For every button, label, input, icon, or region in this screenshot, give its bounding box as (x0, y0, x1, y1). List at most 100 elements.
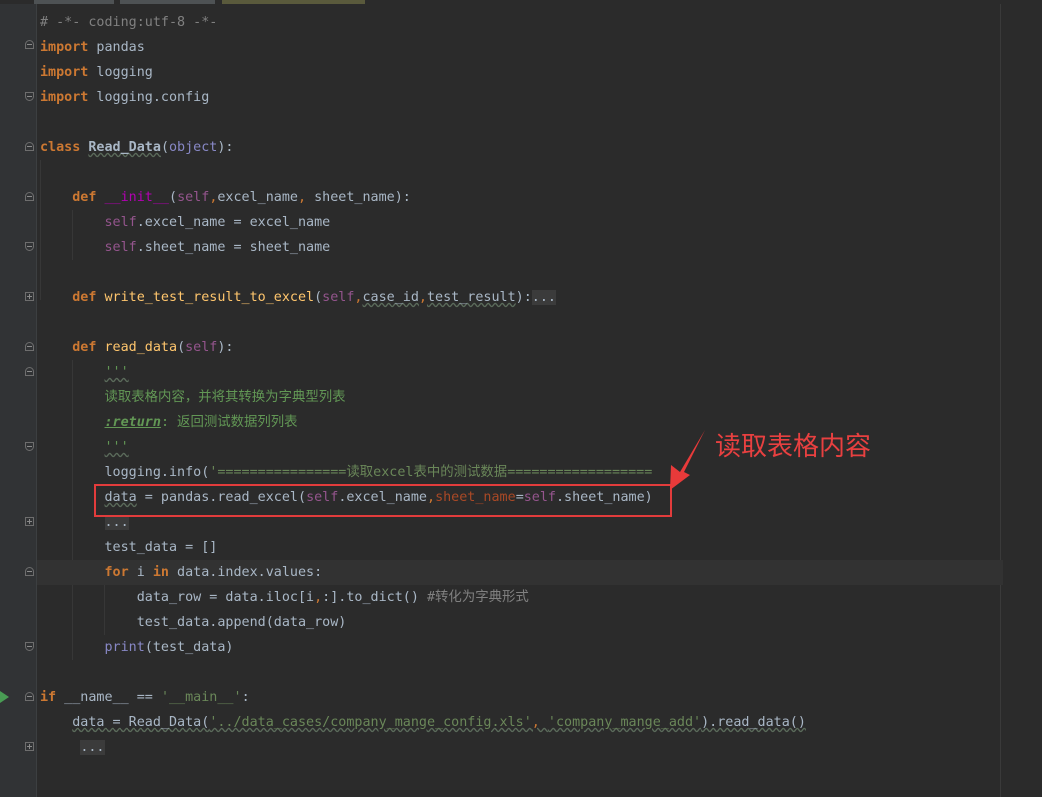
code-token: .excel_name = excel_name (136, 215, 331, 230)
code-line[interactable]: for i in data.index.values: (37, 560, 1003, 585)
code-token: for (104, 565, 129, 580)
code-line[interactable]: data_row = data.iloc[i,:].to_dict() #转化为… (40, 585, 529, 610)
fold-toggle-icon[interactable] (25, 40, 34, 49)
code-line[interactable]: logging.info('================读取excel表中的… (40, 460, 652, 485)
code-token: ( (177, 340, 186, 355)
code-token: , (418, 290, 427, 305)
code-token: print (104, 640, 145, 655)
code-line[interactable]: import pandas (40, 35, 145, 60)
code-token: ( (169, 190, 178, 205)
code-line[interactable]: test_data.append(data_row) (40, 610, 347, 635)
code-token: if (40, 690, 57, 705)
code-line[interactable]: # -*- coding:utf-8 -*- (40, 10, 217, 35)
code-token: in (152, 565, 169, 580)
code-token: Read_Data (88, 140, 161, 155)
fold-toggle-icon[interactable] (25, 242, 34, 251)
editor-tab-strip (0, 0, 1042, 4)
code-token: , (531, 715, 548, 730)
fold-toggle-icon[interactable] (25, 642, 34, 651)
fold-expand-icon[interactable] (25, 292, 34, 301)
fold-expand-icon[interactable] (25, 742, 34, 751)
code-token: logging (88, 65, 153, 80)
code-token: ... (104, 515, 129, 530)
code-token: __init__ (104, 190, 170, 205)
code-line[interactable]: data = Read_Data('../data_cases/company_… (40, 710, 806, 735)
editor-tab[interactable] (34, 0, 114, 4)
code-token: ( (160, 140, 169, 155)
code-token: 读取表格内容，并将其转换为字典型列表 (104, 390, 346, 405)
code-token: logging.info( (40, 465, 210, 480)
annotation-arrow-icon (670, 430, 705, 490)
code-line[interactable]: 读取表格内容，并将其转换为字典型列表 (40, 385, 346, 410)
fold-toggle-icon[interactable] (25, 442, 34, 451)
fold-toggle-icon[interactable] (25, 367, 34, 376)
code-token: ... (80, 740, 105, 755)
code-token: self (322, 290, 355, 305)
fold-toggle-icon[interactable] (25, 692, 34, 701)
fold-toggle-icon[interactable] (25, 192, 34, 201)
editor-tab-active[interactable] (222, 0, 365, 4)
code-token: test_result (426, 290, 516, 305)
code-token: ''' (104, 365, 129, 380)
code-line[interactable]: def write_test_result_to_excel(self,case… (40, 285, 556, 310)
code-token: import (40, 90, 89, 105)
code-token: ... (531, 290, 556, 305)
code-line[interactable]: import logging (40, 60, 153, 85)
code-token: read_data (104, 340, 178, 355)
code-token: import (40, 40, 89, 55)
code-token: :return (104, 415, 161, 430)
code-token: 'company_mange_add' (547, 715, 702, 730)
code-token: '__main__' (160, 690, 242, 705)
fold-toggle-icon[interactable] (25, 342, 34, 351)
code-token: write_test_result_to_excel (104, 290, 315, 305)
code-token: pandas (88, 40, 145, 55)
fold-toggle-icon[interactable] (25, 567, 34, 576)
code-token: logging.config (88, 90, 210, 105)
code-token: #转化为字典形式 (426, 590, 529, 605)
fold-toggle-icon[interactable] (25, 142, 34, 151)
code-line[interactable]: import logging.config (40, 85, 209, 110)
code-token: data = Read_Data( (72, 715, 210, 730)
code-line[interactable]: def read_data(self): (40, 335, 233, 360)
code-token: .sheet_name = sheet_name (136, 240, 331, 255)
code-token: : 返回测试数据列列表 (160, 415, 298, 430)
code-line[interactable]: self.excel_name = excel_name (40, 210, 331, 235)
code-line[interactable]: ''' (40, 435, 129, 460)
code-token: def (72, 340, 97, 355)
code-line[interactable]: test_data = [] (40, 535, 217, 560)
editor-tab[interactable] (120, 0, 215, 4)
code-line[interactable]: def __init__(self,excel_name, sheet_name… (40, 185, 411, 210)
code-line[interactable]: ''' (40, 360, 129, 385)
code-token: data.index.values: (169, 565, 323, 580)
code-line[interactable]: class Read_Data(object): (40, 135, 234, 160)
code-token: data_row = data.iloc[i (40, 590, 315, 605)
code-token: __name__ == (56, 690, 161, 705)
code-line[interactable]: if __name__ == '__main__': (40, 685, 250, 710)
code-token: self (104, 215, 137, 230)
code-token: '================读取excel表中的测试数据=========… (209, 465, 653, 480)
run-arrow-icon[interactable] (0, 691, 9, 703)
code-token: self (177, 190, 210, 205)
fold-expand-icon[interactable] (25, 517, 34, 526)
fold-toggle-icon[interactable] (25, 92, 34, 101)
editor-gutter[interactable] (0, 4, 36, 797)
code-token: sheet_name): (306, 190, 411, 205)
code-token: :].to_dict() (322, 590, 427, 605)
code-token: ).read_data() (701, 715, 806, 730)
code-line[interactable]: self.sheet_name = sheet_name (40, 235, 331, 260)
code-line[interactable]: print(test_data) (40, 635, 234, 660)
code-token: test_data.append(data_row) (40, 615, 347, 630)
code-line[interactable]: :return: 返回测试数据列列表 (40, 410, 298, 435)
code-line[interactable]: ... (40, 735, 105, 760)
